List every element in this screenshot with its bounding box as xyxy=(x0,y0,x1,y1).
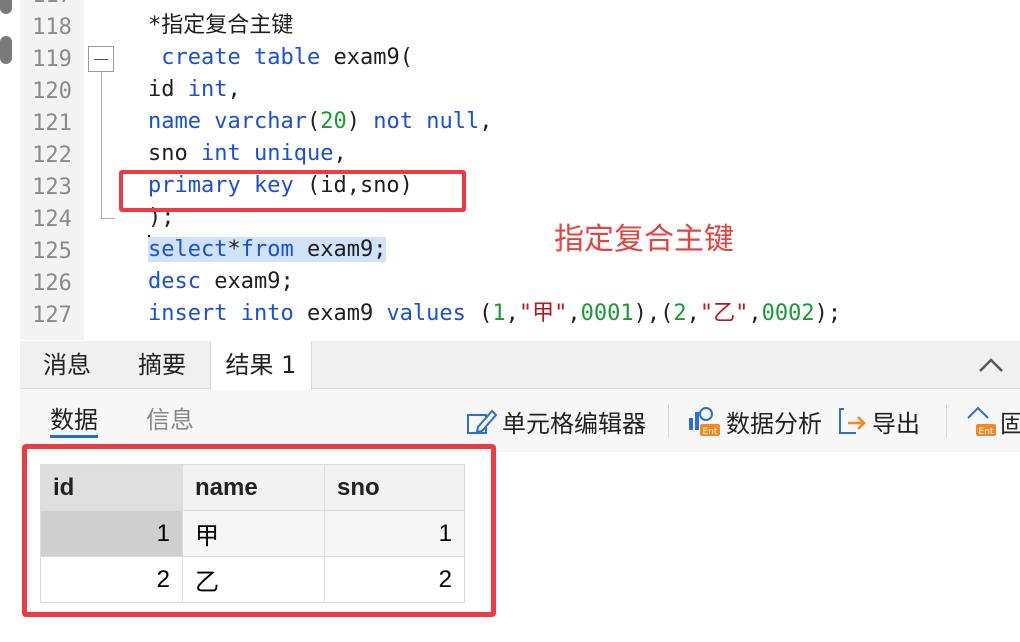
ent-badge-text: Ent xyxy=(979,427,994,437)
line-number: 117 xyxy=(20,0,84,12)
code-line[interactable]: *指定复合主键 xyxy=(148,10,293,42)
line-number: 124 xyxy=(32,207,72,232)
fold-toggle-icon[interactable] xyxy=(88,46,114,72)
line-number: 121 xyxy=(32,111,72,136)
tab-messages[interactable]: 消息 xyxy=(20,341,114,389)
scrollbar-thumb[interactable] xyxy=(0,0,12,14)
line-number: 123 xyxy=(32,175,72,200)
tab-summary[interactable]: 摘要 xyxy=(114,341,210,389)
line-number: 126 xyxy=(32,271,72,296)
ent-badge-text: Ent xyxy=(703,427,718,437)
export-icon xyxy=(839,408,866,434)
code-line[interactable]: insert into exam9 values (1,"甲",0001),(2… xyxy=(148,298,841,330)
code-line[interactable]: id int, xyxy=(148,74,241,106)
more-tools-button[interactable]: Ent 固 xyxy=(964,402,1020,440)
ent-tool-icon: Ent xyxy=(967,406,996,437)
code-line[interactable]: desc exam9; xyxy=(148,266,294,298)
toolbar-divider xyxy=(668,404,669,438)
code-line-selected[interactable]: select*from exam9; xyxy=(148,234,387,266)
more-tools-label: 固 xyxy=(1000,409,1020,438)
annotation-label: 指定复合主键 xyxy=(554,222,734,257)
cell-editor-button[interactable]: 单元格编辑器 xyxy=(466,402,646,440)
cell-editor-label: 单元格编辑器 xyxy=(502,409,646,438)
line-number: 122 xyxy=(32,143,72,168)
line-number: 125 xyxy=(32,239,72,264)
data-analysis-label: 数据分析 xyxy=(726,409,822,438)
result-toolbar: 数据 信息 单元格编辑器 Ent 数据分析 导出 Ent 固 xyxy=(20,390,1020,452)
subtab-data[interactable]: 数据 xyxy=(50,402,98,438)
export-label: 导出 xyxy=(872,409,920,438)
fold-guide-line xyxy=(101,72,102,218)
line-number: 118 xyxy=(32,15,72,40)
toolbar-divider xyxy=(946,404,947,438)
pencil-edit-icon xyxy=(467,409,498,434)
line-number: 120 xyxy=(32,79,72,104)
line-number: 119 xyxy=(32,47,72,72)
fold-guide-end xyxy=(101,218,115,219)
data-analysis-button[interactable]: Ent 数据分析 xyxy=(686,402,822,440)
result-tab-bar: 消息 摘要 结果 1 xyxy=(20,341,1020,390)
tab-result-1[interactable]: 结果 1 xyxy=(210,341,312,390)
line-number: 127 xyxy=(32,303,72,328)
result-panel: 消息 摘要 结果 1 数据 信息 单元格编辑器 Ent 数据分析 导出 Ent … xyxy=(20,341,1020,642)
code-line[interactable]: sno int unique, xyxy=(148,138,347,170)
result-highlight-box xyxy=(22,444,496,617)
sql-editor[interactable]: 117 118 119 120 121 122 123 124 125 126 … xyxy=(0,0,1020,340)
code-line[interactable]: create table exam9( xyxy=(148,42,413,74)
subtab-info[interactable]: 信息 xyxy=(146,402,194,438)
scrollbar-thumb-secondary[interactable] xyxy=(0,36,12,64)
primary-key-highlight-box xyxy=(119,170,466,212)
data-analysis-icon: Ent xyxy=(689,407,720,437)
chevron-up-icon[interactable] xyxy=(976,351,1006,381)
code-line[interactable]: name varchar(20) not null, xyxy=(148,106,492,138)
export-button[interactable]: 导出 xyxy=(836,402,920,440)
